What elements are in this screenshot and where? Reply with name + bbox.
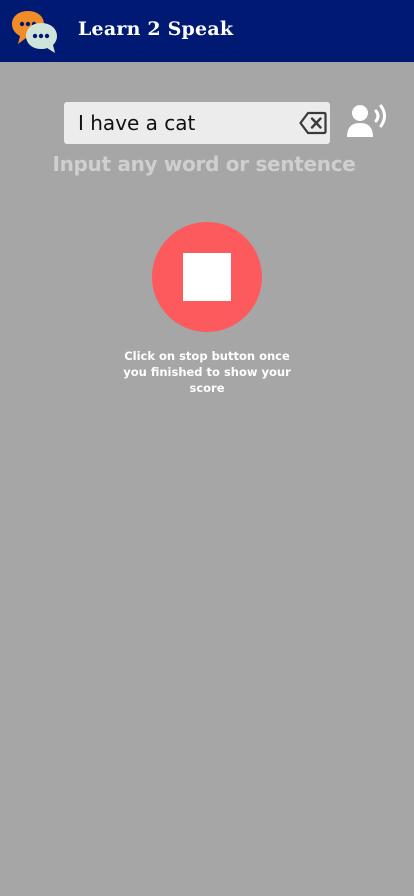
app-title: Learn 2 Speak <box>78 18 234 40</box>
speak-person-icon[interactable] <box>347 102 389 140</box>
backspace-clear-icon[interactable] <box>299 110 327 136</box>
stop-icon <box>183 253 231 301</box>
word-sentence-input[interactable] <box>64 102 294 144</box>
text-input-box <box>64 102 330 144</box>
chat-bubbles-icon <box>12 11 57 53</box>
input-hint: Input any word or sentence <box>52 152 356 176</box>
app-header: Learn 2 Speak <box>0 0 414 62</box>
stop-instruction-text: Click on stop button once you finished t… <box>123 349 291 395</box>
stop-recording-button[interactable] <box>152 222 262 332</box>
